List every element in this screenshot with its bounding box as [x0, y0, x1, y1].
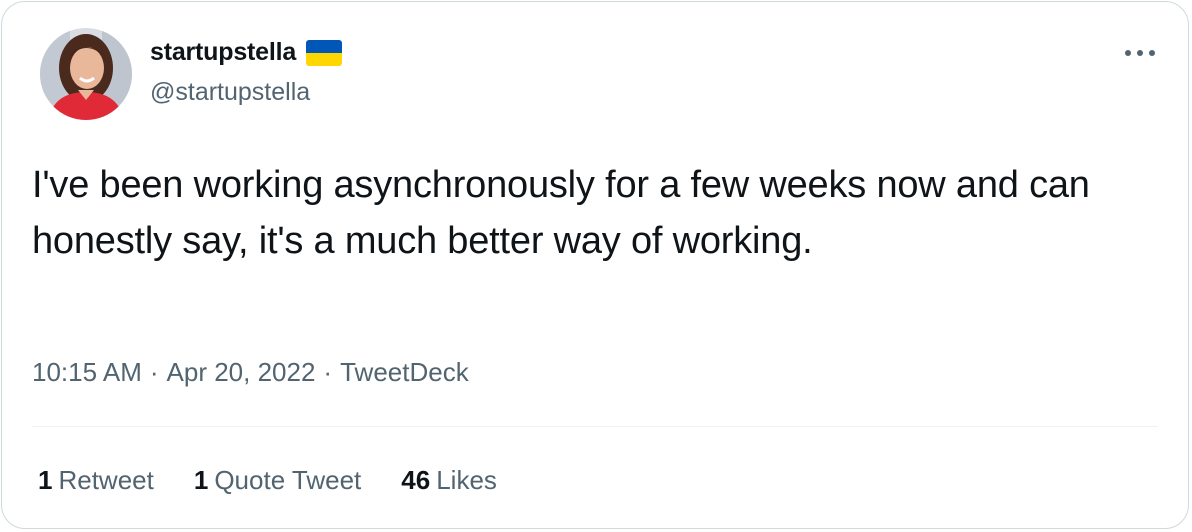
divider — [32, 426, 1158, 427]
avatar[interactable] — [40, 28, 132, 120]
tweet-time-link[interactable]: 10:15 AM — [32, 357, 142, 388]
tweet-meta: 10:15 AM · Apr 20, 2022 · TweetDeck — [32, 357, 469, 388]
tweet-date-link[interactable]: Apr 20, 2022 — [167, 357, 316, 388]
avatar-image — [40, 28, 132, 120]
more-dots-icon — [1125, 50, 1155, 56]
author-name-row: startupstella — [150, 38, 343, 67]
retweets-stat[interactable]: 1 Retweet — [38, 465, 154, 496]
meta-separator: · — [323, 357, 333, 387]
quote-tweets-count: 1 — [193, 465, 209, 495]
meta-separator: · — [149, 357, 159, 387]
retweets-count: 1 — [38, 465, 53, 495]
likes-label: Likes — [436, 465, 497, 495]
tweet-text: I've been working asynchronously for a f… — [32, 164, 1090, 262]
author-handle[interactable]: @startupstella — [150, 78, 310, 107]
likes-stat[interactable]: 46 Likes — [401, 465, 497, 496]
quote-tweets-stat[interactable]: 1 Quote Tweet — [194, 465, 361, 496]
more-options-button[interactable] — [1120, 38, 1160, 68]
tweet-stats: 1 Retweet 1 Quote Tweet 46 Likes — [38, 465, 497, 496]
quote-tweets-label: Quote Tweet — [214, 465, 362, 495]
ukraine-flag-icon — [306, 39, 343, 66]
tweet-card: startupstella @startupstella I've been w… — [1, 1, 1189, 529]
tweet-source-link[interactable]: TweetDeck — [340, 357, 469, 388]
author-display-name[interactable]: startupstella — [150, 38, 296, 67]
retweets-label: Retweet — [58, 465, 154, 495]
likes-count: 46 — [401, 465, 431, 495]
